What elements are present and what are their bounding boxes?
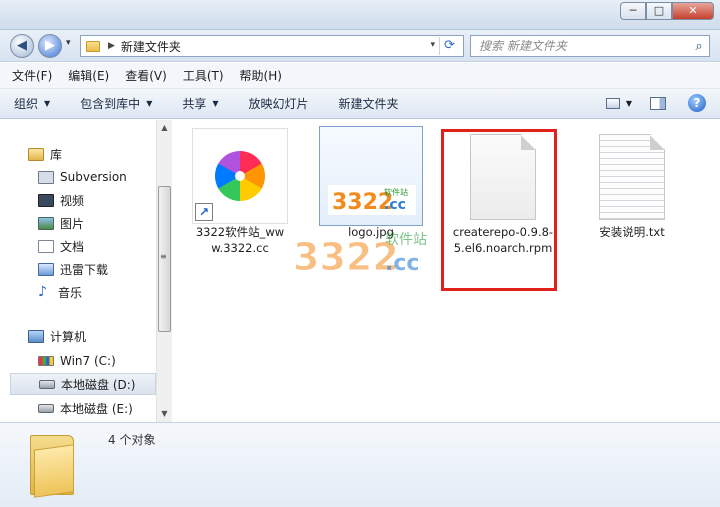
command-bar: 组织 ▼ 包含到库中 ▼ 共享 ▼ 放映幻灯片 新建文件夹 ▼ ?: [0, 89, 720, 119]
shortcut-arrow-icon: ↗: [195, 203, 213, 221]
new-folder-button[interactable]: 新建文件夹: [339, 95, 399, 112]
file-item-shortcut[interactable]: ↗: [192, 128, 288, 224]
sidebar-item-label: 音乐: [58, 285, 83, 300]
menu-help[interactable]: 帮助(H): [240, 67, 282, 84]
menu-view[interactable]: 查看(V): [125, 67, 167, 84]
help-icon[interactable]: ?: [688, 94, 706, 112]
slideshow-button[interactable]: 放映幻灯片: [249, 95, 309, 112]
share-dropdown-icon: ▼: [212, 99, 219, 108]
sidebar-item-label: Win7 (C:): [60, 354, 116, 368]
breadcrumb-arrow-icon[interactable]: ▶: [108, 41, 115, 51]
sidebar-item-label: 迅雷下载: [60, 262, 109, 277]
navigation-scrollbar[interactable]: ▲ ≡ ▼: [156, 120, 172, 422]
navigation-pane: 库 Subversion 视频 图片 文档 迅雷下载 ♪ 音乐 计算机 Win7…: [0, 120, 172, 422]
preview-pane-icon[interactable]: [650, 96, 666, 110]
include-dropdown-icon: ▼: [146, 99, 153, 108]
page-fold-icon: [649, 135, 664, 151]
scroll-up-arrow-icon[interactable]: ▲: [157, 120, 172, 136]
sidebar-item-label: Subversion: [60, 170, 127, 184]
search-box: ⌕: [470, 35, 710, 57]
folder-icon: [86, 40, 100, 52]
sidebar-item-thunder-downloads[interactable]: 迅雷下载: [38, 258, 156, 280]
refresh-icon[interactable]: ⟳: [439, 37, 459, 55]
include-in-library-label: 包含到库中: [80, 97, 141, 111]
sidebar-item-label: 本地磁盘 (E:): [60, 401, 133, 416]
breadcrumb-current[interactable]: 新建文件夹: [121, 38, 181, 55]
recent-pages-dropdown[interactable]: ▾: [66, 38, 71, 48]
sidebar-item-music[interactable]: ♪ 音乐: [38, 281, 156, 303]
share-label: 共享: [182, 97, 207, 111]
library-icon: [28, 148, 44, 161]
sidebar-item-documents[interactable]: 文档: [38, 235, 156, 257]
share-button[interactable]: 共享 ▼: [182, 95, 218, 112]
watermark-tld: .cc: [385, 251, 419, 276]
organize-dropdown-icon: ▼: [44, 99, 51, 108]
sidebar-computer[interactable]: 计算机: [28, 328, 86, 345]
close-button[interactable]: ✕: [672, 2, 714, 20]
include-in-library-button[interactable]: 包含到库中 ▼: [80, 95, 152, 112]
file-item-logo[interactable]: 3322 .cc 软件站: [319, 126, 423, 226]
sidebar-item-drive-c[interactable]: Win7 (C:): [38, 350, 156, 372]
subversion-icon: [38, 170, 54, 184]
file-item-txt[interactable]: [599, 134, 665, 220]
sidebar-item-drive-d[interactable]: 本地磁盘 (D:): [10, 373, 156, 395]
watermark-logo: 3322 .cc 软件站: [293, 232, 427, 280]
sidebar-library[interactable]: 库: [28, 146, 62, 163]
scrollbar-grip-icon: ≡: [160, 252, 167, 261]
view-controls: ▼ ?: [605, 94, 706, 112]
maximize-button[interactable]: □: [646, 2, 672, 20]
windows-drive-icon: [38, 356, 54, 366]
back-button[interactable]: ◀: [10, 34, 34, 58]
logo-tld: .cc: [384, 197, 406, 213]
menu-tools[interactable]: 工具(T): [183, 67, 224, 84]
sidebar-item-videos[interactable]: 视频: [38, 189, 156, 211]
sidebar-item-label: 图片: [60, 216, 85, 231]
sidebar-item-drive-e[interactable]: 本地磁盘 (E:): [38, 397, 156, 419]
sidebar-item-label: 文档: [60, 239, 85, 254]
window-controls: ─ □ ✕: [620, 2, 714, 20]
sidebar-item-label: 视频: [60, 193, 85, 208]
forward-button[interactable]: ▶: [38, 34, 62, 58]
view-dropdown-icon[interactable]: ▼: [626, 99, 632, 108]
watermark-number: 3322: [293, 235, 399, 279]
item-count: 4 个对象: [108, 433, 156, 447]
menu-edit[interactable]: 编辑(E): [68, 67, 109, 84]
address-bar[interactable]: ▶ 新建文件夹 ▾ ⟳: [80, 35, 464, 57]
sidebar-item-pictures[interactable]: 图片: [38, 212, 156, 234]
download-icon: [38, 262, 54, 276]
address-row: ◀ ▶ ▾ ▶ 新建文件夹 ▾ ⟳ ⌕: [0, 30, 720, 62]
picture-icon: [38, 216, 54, 230]
pinwheel-logo-icon: [215, 151, 265, 201]
video-icon: [38, 193, 54, 207]
file-name[interactable]: 安装说明.txt: [580, 224, 684, 240]
logo-thumbnail: 3322 .cc 软件站: [328, 185, 416, 215]
file-name[interactable]: 3322软件站_www.3322.cc: [190, 224, 290, 256]
sidebar-computer-label: 计算机: [50, 330, 87, 344]
menu-file[interactable]: 文件(F): [12, 67, 52, 84]
sidebar-item-subversion[interactable]: Subversion: [38, 166, 156, 188]
hard-drive-icon: [38, 403, 54, 413]
logo-cn: 软件站: [384, 187, 408, 197]
sidebar-library-label: 库: [50, 148, 63, 162]
file-list: ↗ 3322软件站_www.3322.cc 3322 .cc 软件站 logo.…: [173, 120, 720, 422]
details-pane: 4 个对象: [0, 422, 720, 507]
search-icon[interactable]: ⌕: [689, 39, 709, 54]
minimize-button[interactable]: ─: [620, 2, 646, 20]
highlight-box: [441, 129, 557, 291]
menu-bar: 文件(F) 编辑(E) 查看(V) 工具(T) 帮助(H): [0, 63, 720, 89]
title-bar: ─ □ ✕: [0, 0, 720, 30]
document-icon: [38, 239, 54, 253]
change-view-icon[interactable]: [605, 97, 620, 109]
computer-icon: [28, 330, 44, 343]
watermark-cn: 软件站: [385, 232, 427, 248]
music-note-icon: ♪: [38, 283, 47, 300]
organize-label: 组织: [14, 97, 39, 111]
folder-icon: [30, 431, 74, 498]
search-input[interactable]: [471, 37, 689, 55]
address-dropdown-icon[interactable]: ▾: [430, 40, 435, 50]
sidebar-item-label: 本地磁盘 (D:): [61, 377, 136, 392]
scroll-down-arrow-icon[interactable]: ▼: [157, 406, 172, 422]
hard-drive-icon: [39, 379, 55, 389]
organize-button[interactable]: 组织 ▼: [14, 95, 50, 112]
